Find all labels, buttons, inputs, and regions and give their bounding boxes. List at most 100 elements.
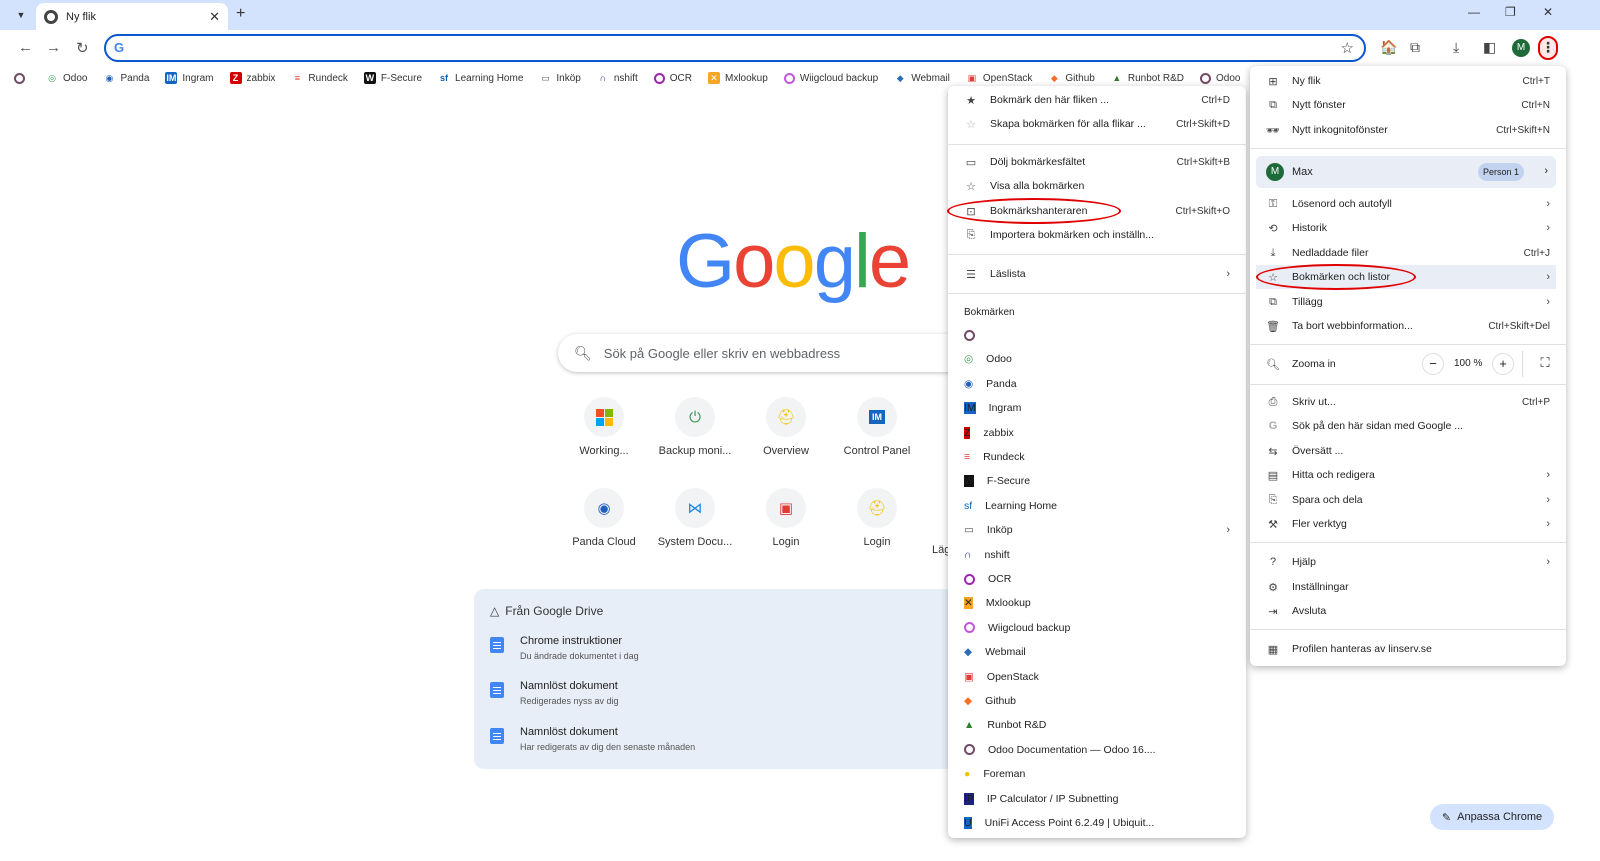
profile-row[interactable]: M Max Person 1 › (1256, 156, 1556, 188)
zoom-out-button[interactable]: − (1422, 353, 1444, 375)
exit-item[interactable]: ⇥ Avsluta (1250, 599, 1566, 623)
bookmark-bar-item[interactable]: ◆ Github (1048, 72, 1095, 84)
bookmark-bar-item[interactable]: ▲ Runbot R&D (1110, 72, 1184, 84)
close-tab-icon[interactable]: ✕ (209, 9, 220, 25)
drive-file[interactable]: Namnlöst dokument Har redigerats av dig d… (490, 726, 695, 752)
bookmark-item[interactable]: Zzabbix (948, 421, 1246, 445)
bookmark-bar-item[interactable]: sf Learning Home (438, 72, 523, 84)
settings-item[interactable]: ⚙ Inställningar (1250, 575, 1566, 599)
bookmark-bar-item[interactable]: Wiigcloud backup (783, 72, 878, 84)
incognito-item[interactable]: 🕶︎ Nytt inkognitofönster Ctrl+Skift+N (1250, 118, 1566, 142)
bookmark-bar-item[interactable]: W F-Secure (363, 72, 422, 84)
fullscreen-button[interactable]: ⛶ (1534, 353, 1556, 375)
bookmark-item[interactable]: ◆ Webmail (948, 640, 1246, 664)
show-all-bookmarks-item[interactable]: ☆ Visa alla bokmärken (948, 174, 1246, 198)
bookmark-item[interactable]: ▲ Runbot R&D (948, 713, 1246, 737)
shortcut-tile[interactable]: ⛑ Login (831, 488, 923, 548)
shortcut-tile[interactable]: ⋈ System Docu... (649, 488, 741, 548)
extension-icon[interactable]: 🏠 (1380, 39, 1397, 56)
bookmark-all-tabs-item[interactable]: ☆ Skapa bokmärken för alla flikar ... Ct… (948, 112, 1246, 136)
bookmark-bar-item[interactable]: ✕ Mxlookup (708, 72, 768, 84)
history-item[interactable]: ⟲ Historik › (1250, 216, 1566, 240)
address-bar[interactable]: G ☆ (104, 34, 1366, 62)
bookmark-bar-item[interactable]: ◎ Odoo (46, 72, 87, 84)
close-window-button[interactable]: ✕ (1543, 5, 1553, 19)
more-tools-item[interactable]: ⚒ Fler verktyg › (1250, 512, 1566, 536)
bookmark-bar-item[interactable]: ≡ Rundeck (291, 72, 348, 84)
bookmark-item[interactable]: W F-Secure (948, 469, 1246, 493)
bookmark-bar-item[interactable] (14, 72, 30, 84)
bookmark-bar-item[interactable]: ▭ Inköp (539, 72, 581, 84)
new-tab-button[interactable]: + (236, 5, 245, 23)
shortcut-tile[interactable]: ⛑ Overview (740, 397, 832, 457)
find-edit-item[interactable]: ▤ Hitta och redigera › (1250, 463, 1566, 487)
import-bookmarks-item[interactable]: ⎘ Importera bokmärken och inställn... (948, 223, 1246, 247)
save-share-item[interactable]: ⎘ Spara och dela › (1250, 488, 1566, 512)
search-page-item[interactable]: G Sök på den här sidan med Google ... (1250, 414, 1566, 438)
download-icon[interactable]: ⤓ (1453, 39, 1459, 56)
bookmark-star-icon[interactable]: ☆ (1341, 39, 1354, 57)
profile-avatar[interactable]: M (1512, 39, 1530, 57)
bookmark-item[interactable]: IP IP Calculator / IP Subnetting (948, 787, 1246, 811)
extensions-item[interactable]: ⧉ Tillägg › (1250, 290, 1566, 314)
bookmark-item[interactable]: ≡ Rundeck (948, 445, 1246, 469)
help-item[interactable]: ? Hjälp › (1250, 550, 1566, 574)
bookmark-item[interactable] (948, 323, 1246, 347)
hide-bookmarks-bar-item[interactable]: ▭ Dölj bokmärkesfältet Ctrl+Skift+B (948, 150, 1246, 174)
ntp-search-box[interactable]: 🔍︎ Sök på Google eller skriv en webbadre… (558, 334, 978, 372)
bookmark-item[interactable]: ∩ nshift (948, 543, 1246, 567)
drive-file[interactable]: Chrome instruktioner Du ändrade dokumente… (490, 635, 639, 661)
bookmark-bar-item[interactable]: IM Ingram (165, 72, 214, 84)
new-window-item[interactable]: ⧉ Nytt fönster Ctrl+N (1250, 93, 1566, 117)
bookmark-item[interactable]: Odoo Documentation — Odoo 16.... (948, 738, 1246, 762)
bookmark-item[interactable]: ● Foreman (948, 762, 1246, 786)
customize-chrome-button[interactable]: ✎ Anpassa Chrome (1430, 804, 1554, 830)
drive-file[interactable]: Namnlöst dokument Redigerades nyss av dig (490, 680, 619, 706)
managed-profile-item[interactable]: ▦ Profilen hanteras av linserv.se (1250, 637, 1566, 661)
bookmark-item[interactable]: ◎ Odoo (948, 347, 1246, 371)
bookmark-item[interactable]: OCR (948, 567, 1246, 591)
chrome-menu-button[interactable]: ⋮ (1538, 36, 1558, 60)
side-panel-icon[interactable]: ◧ (1483, 39, 1496, 56)
clear-browsing-data-item[interactable]: 🗑︎ Ta bort webbinformation... Ctrl+Skift… (1250, 314, 1566, 338)
shortcut-tile[interactable]: ▣ Login (740, 488, 832, 548)
bookmark-item[interactable]: ▣ OpenStack (948, 665, 1246, 689)
bookmark-item[interactable]: ◆ Github (948, 689, 1246, 713)
shortcut-tile[interactable]: ◉ Panda Cloud (558, 488, 650, 548)
tab-search-button[interactable]: ▼ (10, 5, 32, 25)
new-tab-item[interactable]: ⊞ Ny flik Ctrl+T (1250, 69, 1566, 93)
reading-list-item[interactable]: ☰ Läslista › (948, 262, 1246, 286)
bookmark-bar-item[interactable]: ∩ nshift (596, 72, 638, 84)
back-button[interactable]: ← (18, 39, 33, 56)
shortcut-tile[interactable]: ⏻ Backup moni... (649, 397, 741, 457)
bookmark-bar-item[interactable]: OCR (653, 72, 692, 84)
bookmark-item[interactable]: ◉ Panda (948, 372, 1246, 396)
bookmark-bar-item[interactable]: Odoo (1200, 72, 1240, 84)
translate-item[interactable]: ⇆ Översätt ... (1250, 439, 1566, 463)
tab-new-tab[interactable]: Ny flik ✕ (36, 3, 228, 30)
bookmark-folder-item[interactable]: ▭ Inköp › (948, 518, 1246, 542)
zoom-in-button[interactable]: + (1492, 353, 1514, 375)
bookmark-bar-item[interactable]: ◆ Webmail (894, 72, 950, 84)
forward-button[interactable]: → (46, 39, 61, 56)
shortcut-tile[interactable]: IM Control Panel (831, 397, 923, 457)
reload-button[interactable]: ↻ (76, 39, 89, 57)
wiigcloud-icon (783, 72, 795, 84)
bookmark-item[interactable]: Wiigcloud backup (948, 616, 1246, 640)
extensions-puzzle-icon[interactable]: ⧉ (1410, 39, 1420, 56)
bookmark-item[interactable]: IM Ingram (948, 396, 1246, 420)
restore-button[interactable]: ❐ (1505, 5, 1516, 19)
shortcut-tile[interactable]: Working... (558, 397, 650, 457)
bookmark-this-tab-item[interactable]: ★ Bokmärk den här fliken ... Ctrl+D (948, 88, 1246, 112)
minimize-button[interactable]: — (1468, 5, 1480, 19)
bookmark-bar-item[interactable]: ▣ OpenStack (965, 72, 1032, 84)
print-item[interactable]: ⎙ Skriv ut... Ctrl+P (1250, 390, 1566, 414)
shortcut-tile-add[interactable]: Läg (922, 488, 948, 556)
bookmark-bar-item[interactable]: Zzabbix (229, 72, 275, 84)
bookmark-item[interactable]: U UniFi Access Point 6.2.49 | Ubiquit... (948, 811, 1246, 835)
bookmark-item[interactable]: ✕ Mxlookup (948, 591, 1246, 615)
bookmark-bar-item[interactable]: ◉ Panda (103, 72, 149, 84)
bookmark-item[interactable]: sf Learning Home (948, 494, 1246, 518)
passwords-item[interactable]: ⚿ Lösenord och autofyll › (1250, 192, 1566, 216)
downloads-item[interactable]: ⤓ Nedladdade filer Ctrl+J (1250, 241, 1566, 265)
